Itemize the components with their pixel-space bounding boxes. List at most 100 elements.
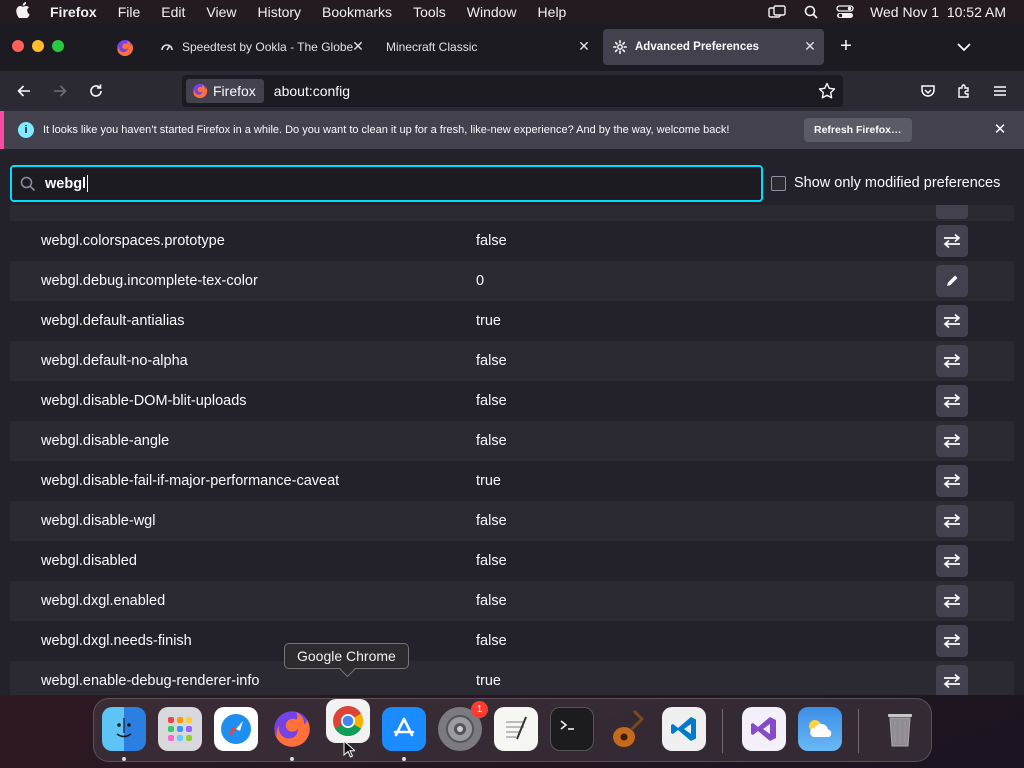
toggle-arrows-icon[interactable] [936, 225, 968, 257]
preference-value: false [476, 553, 507, 569]
bookmark-star-icon[interactable] [818, 82, 836, 100]
close-tab-icon[interactable]: ✕ [576, 38, 592, 54]
tab-minecraft[interactable]: Minecraft Classic ✕ [376, 29, 598, 65]
toggle-arrows-icon[interactable] [936, 545, 968, 577]
zoom-window-button[interactable] [52, 40, 64, 52]
menu-window[interactable]: Window [467, 4, 517, 20]
menu-bookmarks[interactable]: Bookmarks [322, 4, 392, 20]
preference-name: webgl.debug.incomplete-tex-color [41, 273, 258, 289]
close-tab-icon[interactable]: ✕ [350, 38, 366, 54]
table-row[interactable]: webgl.dxgl.needs-finish false [10, 621, 1014, 661]
show-modified-checkbox[interactable] [771, 175, 786, 191]
trash-icon[interactable] [878, 707, 922, 751]
menu-help[interactable]: Help [538, 4, 567, 20]
preferences-table: webgl.colorspaces.prototype false webgl.de… [10, 205, 1014, 695]
tab-title: Speedtest by Ookla - The Globe [182, 40, 354, 54]
close-tab-icon[interactable]: ✕ [802, 38, 818, 54]
weather-icon[interactable] [798, 707, 842, 751]
toggle-arrows-icon[interactable] [936, 465, 968, 497]
identity-box[interactable]: Firefox [186, 79, 264, 103]
table-row[interactable]: webgl.colorspaces.prototype false [10, 221, 1014, 261]
preference-value: 0 [476, 273, 485, 289]
clock-datetime[interactable]: Wed Nov 1 10:52 AM [870, 4, 1006, 20]
toggle-arrows-icon[interactable] [936, 345, 968, 377]
terminal-icon[interactable] [550, 707, 594, 751]
menu-edit[interactable]: Edit [161, 4, 185, 20]
table-row-partial [10, 205, 1014, 221]
running-indicator [122, 757, 126, 761]
toggle-arrows-icon[interactable] [936, 585, 968, 617]
preference-search-input[interactable]: webgl [10, 165, 763, 202]
identity-label: Firefox [213, 83, 256, 99]
edit-pencil-icon[interactable] [936, 265, 968, 297]
menu-app-name[interactable]: Firefox [50, 4, 97, 20]
show-modified-toggle[interactable]: Show only modified preferences [771, 175, 1000, 191]
finder-icon[interactable] [102, 707, 146, 751]
reload-button[interactable] [86, 81, 106, 101]
close-notification-icon[interactable]: ✕ [992, 122, 1008, 138]
control-center-icon[interactable] [836, 4, 854, 19]
extensions-button[interactable] [954, 81, 974, 101]
menu-file[interactable]: File [118, 4, 141, 20]
preference-value: false [476, 393, 507, 409]
apple-menu-icon[interactable] [16, 1, 36, 22]
close-window-button[interactable] [12, 40, 24, 52]
menu-tools[interactable]: Tools [413, 4, 446, 20]
back-button[interactable] [14, 81, 34, 101]
table-row[interactable]: webgl.disable-angle false [10, 421, 1014, 461]
table-row[interactable]: webgl.disabled false [10, 541, 1014, 581]
table-row[interactable]: webgl.default-antialias true [10, 301, 1014, 341]
table-row[interactable]: webgl.debug.incomplete-tex-color 0 [10, 261, 1014, 301]
table-row[interactable]: webgl.dxgl.enabled false [10, 581, 1014, 621]
speedtest-icon [160, 40, 174, 54]
app-menu-button[interactable] [990, 81, 1010, 101]
table-row[interactable]: webgl.default-no-alpha false [10, 341, 1014, 381]
minimize-window-button[interactable] [32, 40, 44, 52]
toggle-arrows-icon[interactable] [936, 305, 968, 337]
pocket-button[interactable] [918, 81, 938, 101]
screen-mirroring-icon[interactable] [768, 4, 786, 19]
firefox-logo-icon [192, 83, 208, 99]
textedit-icon[interactable] [494, 707, 538, 751]
toggle-arrows-icon[interactable] [936, 665, 968, 695]
menu-history[interactable]: History [257, 4, 301, 20]
url-bar[interactable]: Firefox about:config [182, 75, 843, 107]
table-row[interactable]: webgl.enable-debug-renderer-info true [10, 661, 1014, 695]
forward-button[interactable] [50, 81, 70, 101]
menu-view[interactable]: View [206, 4, 236, 20]
safari-icon[interactable] [214, 707, 258, 751]
tab-speedtest[interactable]: Speedtest by Ookla - The Globe ✕ [150, 29, 372, 65]
toggle-arrows-icon[interactable] [936, 505, 968, 537]
chrome-icon[interactable] [326, 699, 370, 743]
preference-value: false [476, 353, 507, 369]
preference-value: false [476, 233, 507, 249]
new-tab-button[interactable]: + [836, 36, 856, 57]
url-text[interactable]: about:config [274, 83, 350, 99]
macos-dock: 1 [93, 698, 932, 762]
app-store-icon[interactable] [382, 707, 426, 751]
pinned-tab-firefox[interactable] [114, 37, 136, 59]
toggle-arrows-icon[interactable] [936, 625, 968, 657]
refresh-firefox-button[interactable]: Refresh Firefox… [804, 118, 912, 142]
table-row[interactable]: webgl.disable-wgl false [10, 501, 1014, 541]
list-all-tabs-chevron-icon[interactable] [955, 38, 973, 56]
system-settings-icon[interactable]: 1 [438, 701, 488, 751]
toggle-arrows-icon[interactable] [936, 385, 968, 417]
launchpad-icon[interactable] [158, 707, 202, 751]
table-row[interactable]: webgl.disable-fail-if-major-performance-… [10, 461, 1014, 501]
toggle-button[interactable] [936, 205, 968, 219]
spotlight-search-icon[interactable] [802, 5, 820, 19]
show-modified-label: Show only modified preferences [794, 175, 1001, 191]
firefox-icon[interactable] [270, 707, 314, 751]
vscode-icon[interactable] [662, 707, 706, 751]
notification-message: It looks like you haven’t started Firefo… [43, 124, 730, 136]
visual-studio-icon[interactable] [742, 707, 786, 751]
garageband-icon[interactable] [606, 707, 650, 751]
forward-arrow-icon [54, 85, 67, 97]
tab-advanced-preferences[interactable]: Advanced Preferences ✕ [603, 29, 824, 65]
table-row[interactable]: webgl.disable-DOM-blit-uploads false [10, 381, 1014, 421]
toggle-arrows-icon[interactable] [936, 425, 968, 457]
dock-tooltip: Google Chrome [284, 643, 409, 669]
text-caret [87, 175, 89, 192]
preference-value: true [476, 313, 501, 329]
